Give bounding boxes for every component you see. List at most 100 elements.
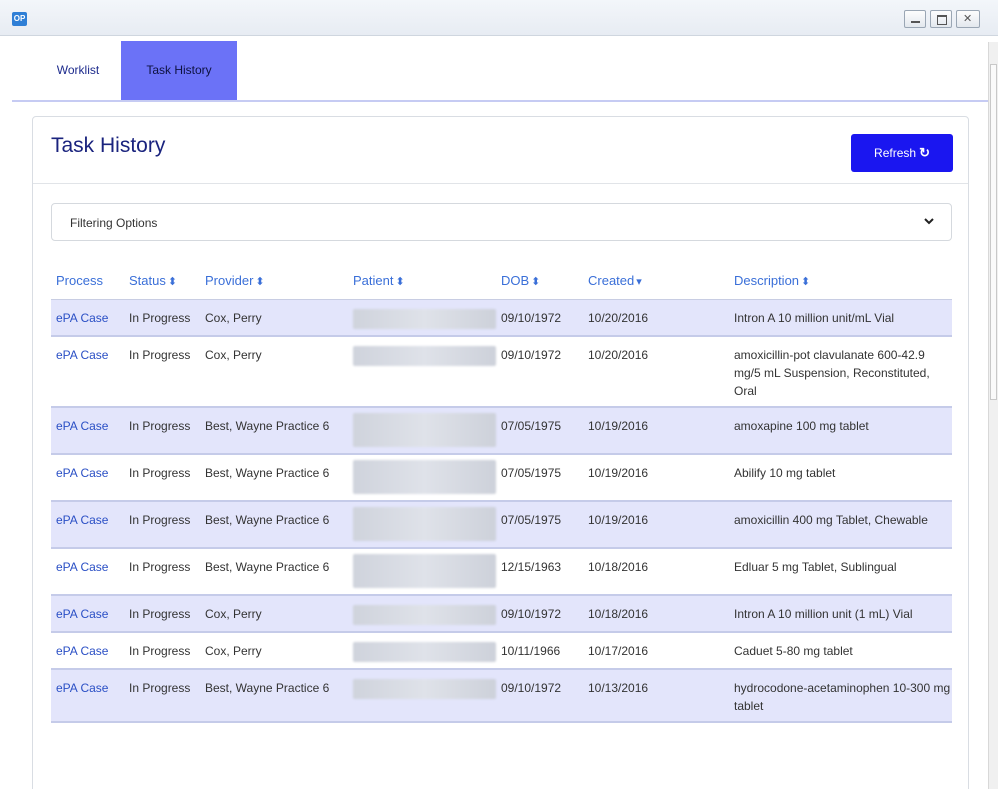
- column-header-dob[interactable]: DOB ⬍: [496, 263, 583, 300]
- cell-created: 10/13/2016: [583, 668, 729, 723]
- cell-provider: Cox, Perry: [200, 335, 348, 408]
- task-history-table: Process Status ⬍ Provider ⬍ Patient ⬍ DOB ⬍ …: [51, 263, 952, 723]
- vertical-scrollbar[interactable]: [988, 42, 998, 789]
- close-button[interactable]: [956, 10, 980, 28]
- sort-icon: ⬍: [255, 276, 265, 289]
- cell-dob: 12/15/1963: [496, 547, 583, 596]
- cell-process[interactable]: ePA Case: [51, 631, 124, 670]
- cell-patient-redacted: [348, 299, 496, 337]
- cell-created: 10/20/2016: [583, 299, 729, 337]
- cell-created: 10/19/2016: [583, 453, 729, 502]
- cell-patient-redacted: [348, 335, 496, 408]
- cell-status: In Progress: [124, 299, 200, 337]
- minimize-button[interactable]: [904, 10, 926, 28]
- cell-status: In Progress: [124, 631, 200, 670]
- cell-patient-redacted: [348, 453, 496, 502]
- tab-task-history[interactable]: Task History: [121, 41, 237, 100]
- cell-patient-redacted: [348, 668, 496, 723]
- cell-dob: 07/05/1975: [496, 406, 583, 455]
- cell-description: amoxicillin-pot clavulanate 600-42.9 mg/…: [729, 335, 952, 408]
- cell-created: 10/18/2016: [583, 547, 729, 596]
- cell-description: Intron A 10 million unit/mL Vial: [729, 299, 952, 337]
- redacted-patient-name: [353, 678, 496, 699]
- sort-icon: ⬍: [167, 276, 178, 289]
- cell-dob: 09/10/1972: [496, 335, 583, 408]
- table-row[interactable]: ePA Case In Progress Cox, Perry 09/10/1972 1…: [51, 594, 952, 633]
- cell-process[interactable]: ePA Case: [51, 668, 124, 723]
- cell-description: Caduet 5-80 mg tablet: [729, 631, 952, 670]
- cell-dob: 09/10/1972: [496, 299, 583, 337]
- column-header-patient[interactable]: Patient ⬍: [348, 263, 496, 300]
- tab-worklist[interactable]: Worklist: [48, 41, 108, 100]
- table-row[interactable]: ePA Case In Progress Best, Wayne Practice …: [51, 453, 952, 502]
- table-header-row: Process Status ⬍ Provider ⬍ Patient ⬍ DOB ⬍ …: [51, 263, 952, 300]
- app-logo-icon: OP: [12, 12, 27, 26]
- cell-process[interactable]: ePA Case: [51, 453, 124, 502]
- cell-process[interactable]: ePA Case: [51, 594, 124, 633]
- table-row[interactable]: ePA Case In Progress Best, Wayne Practice …: [51, 500, 952, 549]
- filtering-options-accordion[interactable]: Filtering Options: [51, 203, 952, 241]
- cell-process[interactable]: ePA Case: [51, 335, 124, 408]
- cell-dob: 09/10/1972: [496, 594, 583, 633]
- cell-created: 10/18/2016: [583, 594, 729, 633]
- table-row[interactable]: ePA Case In Progress Cox, Perry 09/10/1972 1…: [51, 299, 952, 337]
- table-row[interactable]: ePA Case In Progress Best, Wayne Practice …: [51, 547, 952, 596]
- table-row[interactable]: ePA Case In Progress Best, Wayne Practice …: [51, 668, 952, 723]
- table-row[interactable]: ePA Case In Progress Cox, Perry 10/11/1966 1…: [51, 631, 952, 670]
- redacted-patient-name: [353, 412, 496, 447]
- column-header-created[interactable]: Created ▾: [583, 263, 729, 300]
- cell-provider: Cox, Perry: [200, 631, 348, 670]
- table-body: ePA Case In Progress Cox, Perry 09/10/1972 1…: [51, 299, 952, 723]
- table-row[interactable]: ePA Case In Progress Best, Wayne Practice …: [51, 406, 952, 455]
- cell-dob: 07/05/1975: [496, 500, 583, 549]
- cell-dob: 10/11/1966: [496, 631, 583, 670]
- redacted-patient-name: [353, 641, 496, 662]
- cell-provider: Best, Wayne Practice 6: [200, 453, 348, 502]
- cell-provider: Best, Wayne Practice 6: [200, 668, 348, 723]
- redacted-patient-name: [353, 308, 496, 329]
- column-header-provider[interactable]: Provider ⬍: [200, 263, 348, 300]
- redacted-patient-name: [353, 506, 496, 541]
- sort-icon: ⬍: [531, 276, 541, 289]
- redacted-patient-name: [353, 553, 496, 588]
- cell-description: hydrocodone-acetaminophen 10-300 mg tabl…: [729, 668, 952, 723]
- redacted-patient-name: [353, 604, 496, 625]
- cell-patient-redacted: [348, 406, 496, 455]
- cell-description: Edluar 5 mg Tablet, Sublingual: [729, 547, 952, 596]
- column-header-status[interactable]: Status ⬍: [124, 263, 200, 300]
- cell-created: 10/17/2016: [583, 631, 729, 670]
- column-header-description[interactable]: Description ⬍: [729, 263, 952, 300]
- cell-status: In Progress: [124, 453, 200, 502]
- cell-patient-redacted: [348, 631, 496, 670]
- refresh-button-label: Refresh: [874, 146, 917, 160]
- cell-dob: 09/10/1972: [496, 668, 583, 723]
- cell-status: In Progress: [124, 547, 200, 596]
- cell-process[interactable]: ePA Case: [51, 547, 124, 596]
- table-row[interactable]: ePA Case In Progress Cox, Perry 09/10/1972 1…: [51, 335, 952, 408]
- cell-description: Abilify 10 mg tablet: [729, 453, 952, 502]
- sort-icon: ⬍: [395, 276, 405, 289]
- cell-status: In Progress: [124, 335, 200, 408]
- cell-provider: Cox, Perry: [200, 594, 348, 633]
- cell-description: amoxapine 100 mg tablet: [729, 406, 952, 455]
- scrollbar-thumb[interactable]: [990, 64, 997, 400]
- sort-desc-icon: ▾: [636, 276, 642, 289]
- page-title: Task History: [51, 134, 166, 157]
- cell-created: 10/20/2016: [583, 335, 729, 408]
- cell-process[interactable]: ePA Case: [51, 500, 124, 549]
- column-header-process[interactable]: Process: [51, 263, 124, 300]
- maximize-button[interactable]: [930, 10, 952, 28]
- cell-patient-redacted: [348, 547, 496, 596]
- sort-icon: ⬍: [801, 276, 811, 289]
- panel-header: Task History Refresh ↻: [33, 117, 968, 184]
- cell-process[interactable]: ePA Case: [51, 299, 124, 337]
- filtering-options-label: Filtering Options: [70, 216, 158, 230]
- cell-patient-redacted: [348, 594, 496, 633]
- cell-process[interactable]: ePA Case: [51, 406, 124, 455]
- cell-dob: 07/05/1975: [496, 453, 583, 502]
- cell-provider: Best, Wayne Practice 6: [200, 547, 348, 596]
- refresh-button[interactable]: Refresh ↻: [851, 134, 953, 172]
- cell-provider: Best, Wayne Practice 6: [200, 406, 348, 455]
- chevron-down-icon: [924, 218, 934, 225]
- tab-bar: Worklist Task History: [12, 41, 988, 102]
